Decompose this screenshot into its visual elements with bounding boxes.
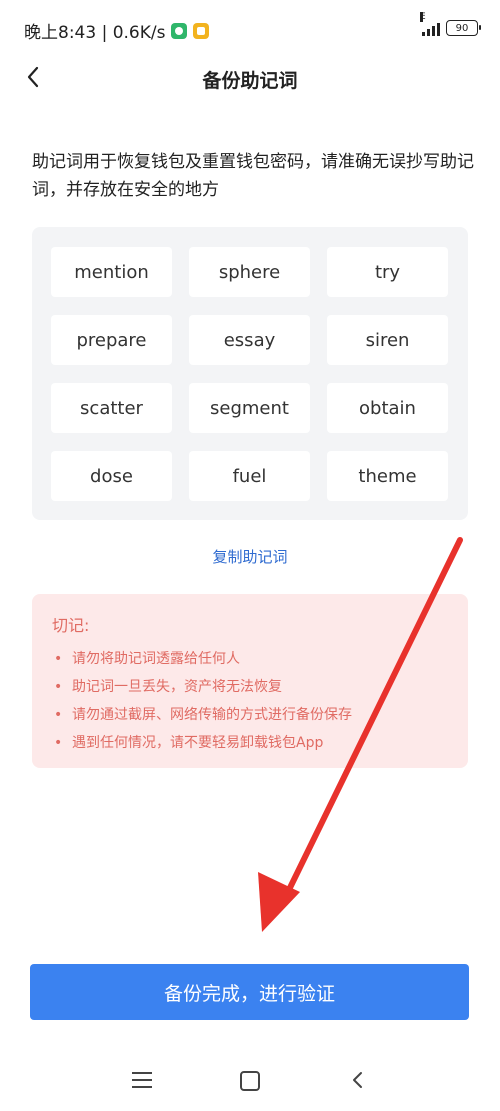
warning-title: 切记: <box>52 616 90 635</box>
battery-icon: 90 <box>446 20 481 36</box>
status-right: E 90 <box>420 12 481 36</box>
warning-list: • 请勿将助记词透露给任何人 • 助记词一旦丢失，资产将无法恢复 • 请勿通过截屏、网… <box>54 650 352 762</box>
app-notification-icon <box>171 22 188 39</box>
bullet-icon: • <box>54 707 63 723</box>
mnemonic-word: segment <box>189 383 310 433</box>
status-left: 晚上8:43 | 0.6K/s <box>24 18 210 43</box>
mnemonic-panel: mention sphere try prepare essay siren s… <box>32 227 468 520</box>
mnemonic-word: scatter <box>51 383 172 433</box>
bullet-icon: • <box>54 735 63 751</box>
warning-item-text: 助记词一旦丢失，资产将无法恢复 <box>72 679 282 695</box>
mnemonic-word: theme <box>327 451 448 501</box>
bullet-icon: • <box>54 651 63 667</box>
mnemonic-word: dose <box>51 451 172 501</box>
warning-item: • 遇到任何情况，请不要轻易卸载钱包App <box>54 734 352 762</box>
description-text: 助记词用于恢复钱包及重置钱包密码，请准确无误抄写助记词，并存放在安全的地方 <box>32 152 474 200</box>
mnemonic-word: obtain <box>327 383 448 433</box>
mnemonic-word: fuel <box>189 451 310 501</box>
warning-item-text: 请勿通过截屏、网络传输的方式进行备份保存 <box>72 707 352 723</box>
warning-item-text: 遇到任何情况，请不要轻易卸载钱包App <box>72 735 324 751</box>
copy-mnemonic-link[interactable]: 复制助记词 <box>0 546 500 567</box>
app-notification-icon <box>193 22 210 39</box>
annotation-arrow-head <box>258 872 300 932</box>
signal-icon: E <box>420 12 440 36</box>
backup-complete-button[interactable]: 备份完成，进行验证 <box>30 964 469 1020</box>
system-nav-bar <box>0 1050 500 1110</box>
battery-level: 90 <box>455 22 469 34</box>
mnemonic-word: essay <box>189 315 310 365</box>
status-time-speed: 晚上8:43 | 0.6K/s <box>24 23 166 43</box>
page-title: 备份助记词 <box>202 70 298 92</box>
warning-item: • 请勿通过截屏、网络传输的方式进行备份保存 <box>54 706 352 734</box>
mnemonic-word: mention <box>51 247 172 297</box>
warning-item-text: 请勿将助记词透露给任何人 <box>72 651 240 667</box>
mnemonic-grid: mention sphere try prepare essay siren s… <box>51 247 448 501</box>
back-icon[interactable] <box>348 1070 368 1090</box>
warning-item: • 助记词一旦丢失，资产将无法恢复 <box>54 678 352 706</box>
menu-icon[interactable] <box>132 1072 152 1088</box>
home-icon[interactable] <box>240 1071 260 1091</box>
bullet-icon: • <box>54 679 63 695</box>
warning-panel: 切记: • 请勿将助记词透露给任何人 • 助记词一旦丢失，资产将无法恢复 • 请勿通过… <box>32 594 468 768</box>
mnemonic-word: prepare <box>51 315 172 365</box>
network-type: E <box>420 12 426 22</box>
nav-bar: 备份助记词 <box>0 50 500 106</box>
warning-item: • 请勿将助记词透露给任何人 <box>54 650 352 678</box>
mnemonic-word: siren <box>327 315 448 365</box>
mnemonic-word: sphere <box>189 247 310 297</box>
mnemonic-word: try <box>327 247 448 297</box>
